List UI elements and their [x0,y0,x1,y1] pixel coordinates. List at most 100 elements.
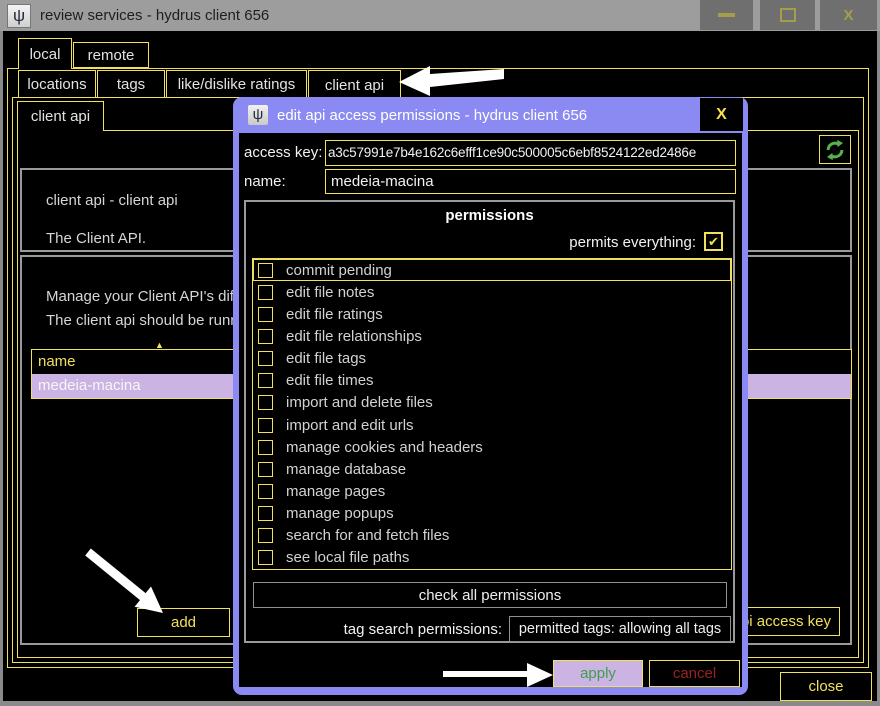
cancel-button-label: cancel [673,665,716,682]
permission-row[interactable]: manage popups [253,503,731,525]
access-key-field[interactable]: a3c57991e7b4e162c6efff1ce90c500005c6ebf8… [325,140,736,166]
permission-label: edit file tags [286,350,366,367]
permission-row[interactable]: import and delete files [253,392,731,414]
refresh-icon [824,139,846,161]
tab-locations-label: locations [27,76,86,93]
tag-search-permissions-label: tag search permissions: [246,621,502,638]
cancel-button[interactable]: cancel [649,660,740,687]
permission-checkbox[interactable] [258,550,273,565]
refresh-button[interactable] [819,135,851,164]
permission-label: search for and fetch files [286,527,449,544]
manage-line2: The client api should be runnin [46,312,250,329]
minimize-icon [718,13,735,17]
permission-checkbox[interactable] [258,351,273,366]
permission-checkbox[interactable] [258,418,273,433]
window-close-button[interactable]: X [820,0,877,30]
permission-checkbox[interactable] [258,329,273,344]
dialog-app-icon: ψ [248,105,268,125]
tab-locations[interactable]: locations [18,70,96,98]
permission-row[interactable]: see local file paths [253,547,731,569]
tag-search-permissions-button[interactable]: permitted tags: allowing all tags [509,616,731,642]
permission-row[interactable]: edit file tags [253,348,731,370]
permissions-title: permissions [246,207,733,224]
close-icon: X [843,7,853,24]
permission-label: import and delete files [286,394,433,411]
permission-checkbox[interactable] [258,462,273,477]
dialog-titlebar: ψ edit api access permissions - hydrus c… [233,97,748,133]
name-label: name: [244,173,286,190]
tab-like-dislike-ratings[interactable]: like/dislike ratings [166,70,307,98]
permission-label: edit file relationships [286,328,422,345]
permission-checkbox[interactable] [258,373,273,388]
permission-row[interactable]: manage database [253,458,731,480]
close-button-label: close [808,678,843,695]
maximize-button[interactable] [760,0,815,30]
service-info-line1: client api - client api [46,192,178,209]
permission-row[interactable]: manage cookies and headers [253,436,731,458]
service-info-line2: The Client API. [46,230,146,247]
add-button-label: add [171,614,196,631]
permission-row[interactable]: edit file notes [253,281,731,303]
tab-local-label: local [30,46,61,63]
arrow-pointer-apply-button [443,661,555,689]
app-icon: ψ [7,4,31,28]
manage-line1: Manage your Client API's differ [46,288,251,305]
permission-row[interactable]: edit file times [253,370,731,392]
permission-checkbox[interactable] [258,307,273,322]
tab-local[interactable]: local [18,38,72,69]
review-services-window: ψ review services - hydrus client 656 X … [0,0,880,706]
permission-checkbox[interactable] [258,395,273,410]
permissions-list: commit pending edit file notes edit file r… [252,258,732,570]
permission-checkbox[interactable] [258,506,273,521]
tab-client-api-inner-label: client api [31,108,90,125]
permission-label: import and edit urls [286,417,414,434]
permission-label: edit file ratings [286,306,383,323]
tab-remote[interactable]: remote [73,42,149,68]
permission-row[interactable]: import and edit urls [253,414,731,436]
permission-row[interactable]: search for and fetch files [253,525,731,547]
tab-client-api-inner[interactable]: client api [17,101,104,131]
permission-label: commit pending [286,262,392,279]
permission-checkbox[interactable] [258,263,273,278]
tab-tags-label: tags [117,76,145,93]
close-button[interactable]: close [780,672,872,701]
apply-button-label: apply [580,665,616,682]
permits-everything-checkbox[interactable]: ✔ [704,232,723,251]
permission-label: edit file times [286,372,374,389]
dialog-body: access key: a3c57991e7b4e162c6efff1ce90c… [239,133,742,687]
tab-tags[interactable]: tags [97,70,165,98]
minimize-button[interactable] [700,0,753,30]
apply-button[interactable]: apply [553,660,643,687]
edit-api-permissions-dialog: ψ edit api access permissions - hydrus c… [233,97,748,695]
permission-label: manage cookies and headers [286,439,483,456]
tab-like-dislike-ratings-label: like/dislike ratings [178,76,296,93]
permission-checkbox[interactable] [258,528,273,543]
permission-label: manage pages [286,483,385,500]
tab-remote-label: remote [88,47,135,64]
permission-row[interactable]: edit file relationships [253,325,731,347]
permission-row[interactable]: edit file ratings [253,303,731,325]
permission-label: edit file notes [286,284,374,301]
permission-checkbox[interactable] [258,440,273,455]
window-title: review services - hydrus client 656 [40,7,269,24]
dialog-close-button[interactable]: X [700,98,743,131]
access-key-label: access key: [244,144,322,161]
permission-checkbox[interactable] [258,484,273,499]
tag-search-permissions-value: permitted tags: allowing all tags [519,621,721,637]
dialog-title: edit api access permissions - hydrus cli… [277,107,587,124]
window-edge-bottom [0,701,880,706]
check-all-permissions-button[interactable]: check all permissions [253,582,727,608]
window-edge-left [0,31,3,706]
tab-client-api-label: client api [325,77,384,94]
permission-label: manage database [286,461,406,478]
permission-label: manage popups [286,505,394,522]
permission-row[interactable]: commit pending [253,259,731,281]
permission-row[interactable]: manage pages [253,480,731,502]
checkmark-icon: ✔ [708,234,719,250]
name-field[interactable]: medeia-macina [325,169,736,194]
permission-checkbox[interactable] [258,285,273,300]
permissions-groupbox: permissions permits everything: ✔ commit… [244,200,735,643]
arrow-pointer-add-button [80,542,170,620]
tab-client-api[interactable]: client api [308,70,401,99]
permission-label: see local file paths [286,549,409,566]
